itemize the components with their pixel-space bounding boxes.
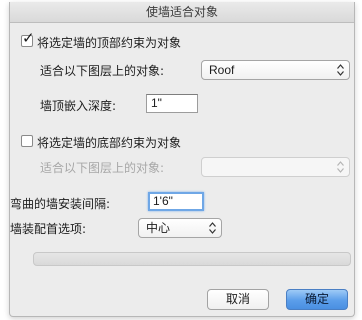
embed-depth-input[interactable]: 1" (146, 94, 198, 113)
cancel-button[interactable]: 取消 (207, 289, 269, 310)
progress-bar (33, 252, 351, 266)
bottom-layer-label: 适合以下图层上的对象: (40, 161, 165, 175)
embed-depth-label: 墙顶嵌入深度: (40, 99, 117, 113)
wall-fit-label: 墙装配首选项: (10, 222, 87, 236)
wall-fit-select[interactable]: 中心 (138, 218, 222, 238)
top-layer-select[interactable]: Roof (201, 60, 350, 80)
top-constraint-label: 将选定墙的顶部约束为对象 (37, 36, 182, 50)
top-layer-value: Roof (209, 63, 235, 77)
fit-walls-dialog: 使墙适合对象 ✓ 将选定墙的顶部约束为对象 适合以下图层上的对象: Roof 墙… (9, 2, 355, 317)
checkmark-icon: ✓ (22, 29, 35, 47)
top-constraint-checkbox[interactable]: ✓ (21, 30, 35, 47)
dialog-title: 使墙适合对象 (10, 2, 354, 23)
ok-button[interactable]: 确定 (286, 289, 348, 310)
bottom-layer-select[interactable] (201, 157, 350, 177)
bottom-constraint-checkbox[interactable] (21, 135, 33, 147)
bottom-constraint-label: 将选定墙的底部约束为对象 (37, 136, 182, 150)
updown-arrows-icon (337, 64, 344, 76)
top-layer-label: 适合以下图层上的对象: (40, 64, 165, 78)
curved-spacing-label: 弯曲的墙安装间隔: (10, 197, 111, 211)
updown-arrows-icon (209, 222, 216, 234)
curved-spacing-input[interactable]: 1'6" (148, 192, 204, 211)
wall-fit-value: 中心 (146, 221, 171, 235)
updown-arrows-icon (337, 161, 344, 173)
